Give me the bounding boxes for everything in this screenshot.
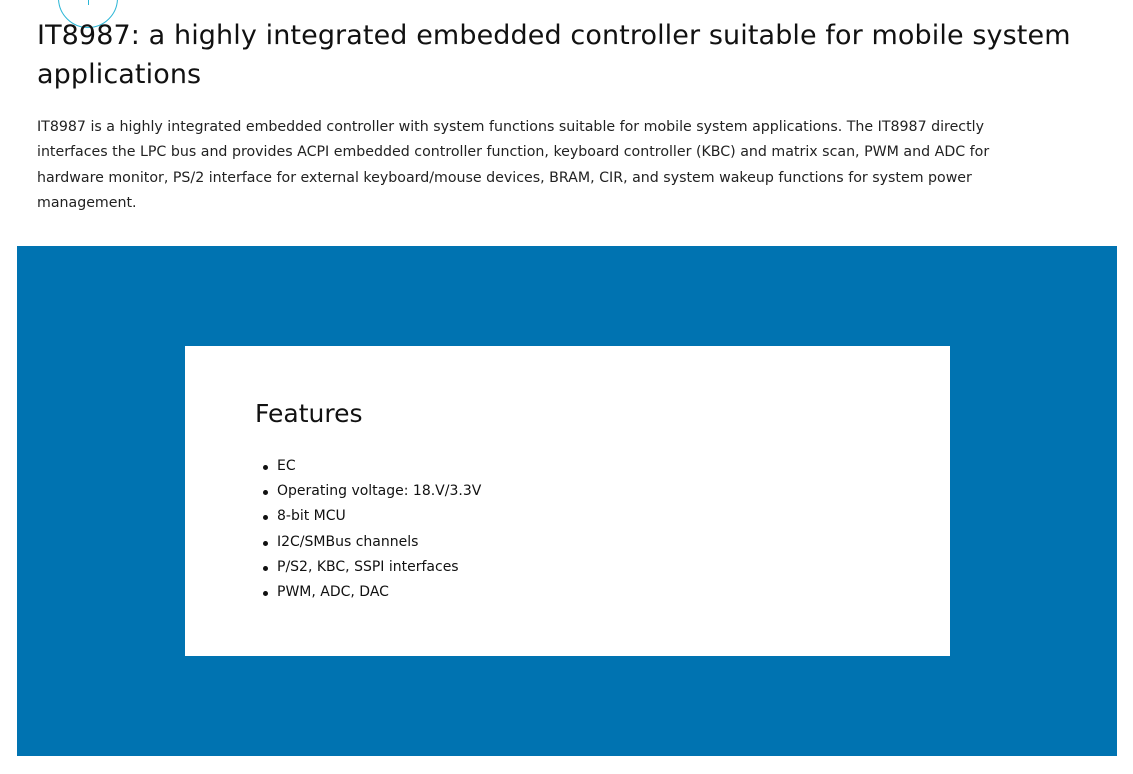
bullet-icon: [263, 465, 268, 470]
feature-label: P/S2, KBC, SSPI interfaces: [277, 558, 459, 575]
intro-paragraph: IT8987 is a highly integrated embedded c…: [37, 119, 990, 211]
features-card: Features EC Operating voltage: 18.V/3.3V…: [185, 346, 950, 656]
feature-item: I2C/SMBus channels: [255, 530, 481, 555]
bullet-icon: [263, 565, 268, 571]
feature-item: EC: [255, 454, 481, 479]
bullet-icon: [263, 591, 268, 597]
feature-item: Operating voltage: 18.V/3.3V: [255, 479, 481, 504]
feature-item: 8-bit MCU: [255, 504, 481, 529]
page-title: IT8987: a highly integrated embedded con…: [37, 20, 1071, 90]
feature-label: Operating voltage: 18.V/3.3V: [277, 483, 482, 500]
feature-item: PWM, ADC, DAC: [255, 580, 481, 605]
feature-item: P/S2, KBC, SSPI interfaces: [255, 555, 481, 580]
bullet-icon: [263, 490, 268, 496]
features-list: EC Operating voltage: 18.V/3.3V 8-bit MC…: [255, 454, 481, 605]
bullet-icon: [263, 540, 268, 546]
feature-label: 8-bit MCU: [277, 508, 346, 525]
feature-label: PWM, ADC, DAC: [277, 584, 389, 601]
bullet-icon: [263, 515, 268, 521]
feature-label: I2C/SMBus channels: [277, 533, 419, 550]
features-heading: Features: [255, 399, 363, 428]
feature-label: EC: [277, 458, 296, 474]
